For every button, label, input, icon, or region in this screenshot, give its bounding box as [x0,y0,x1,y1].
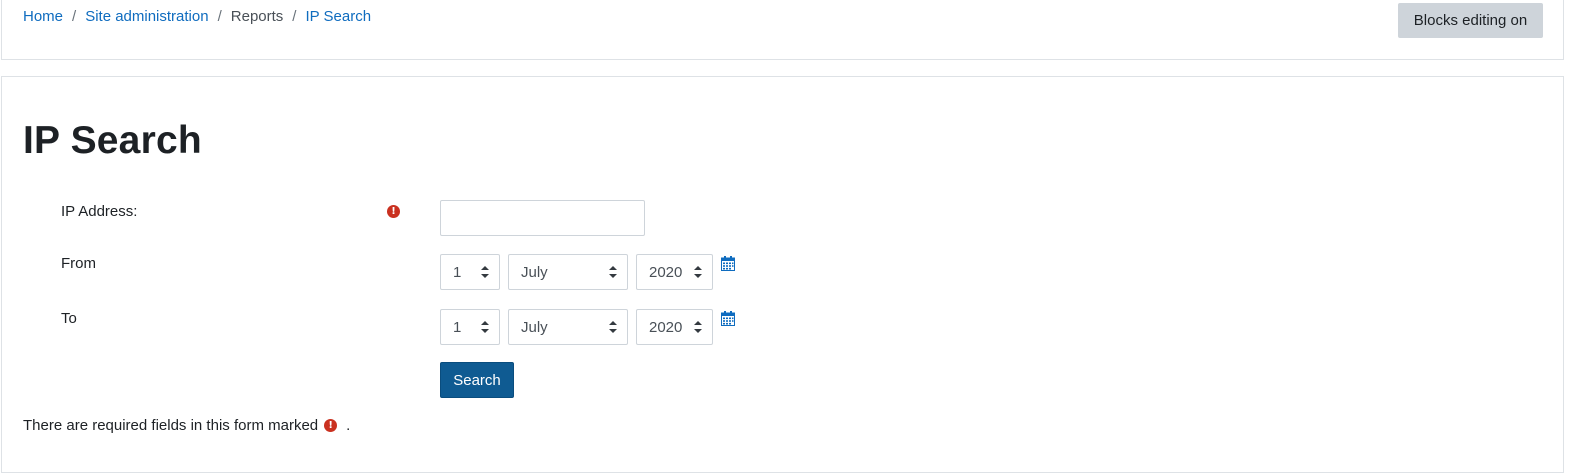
from-year-value: 2020 [649,263,683,281]
to-month-value: July [521,318,548,336]
calendar-icon[interactable] [721,256,735,271]
select-arrows-icon [481,321,489,333]
breadcrumb-separator: / [217,8,222,25]
exclamation-circle-icon: ! [387,205,400,218]
from-day-value: 1 [453,263,462,281]
breadcrumb-site-administration[interactable]: Site administration [85,8,208,25]
page-title: IP Search [23,119,202,162]
to-label: To [61,310,77,327]
required-note-text: There are required fields in this form m… [23,417,319,434]
breadcrumb-reports: Reports [230,8,284,25]
breadcrumb-ip-search[interactable]: IP Search [305,8,371,25]
from-label: From [61,255,96,272]
from-month-select[interactable]: July [508,254,628,290]
breadcrumb: Home / Site administration / Reports / I… [23,8,371,25]
breadcrumb-separator: / [292,8,297,25]
blocks-editing-button[interactable]: Blocks editing on [1398,3,1543,38]
select-arrows-icon [481,266,489,278]
select-arrows-icon [609,266,617,278]
exclamation-circle-icon: ! [324,419,338,432]
breadcrumb-home[interactable]: Home [23,8,63,25]
to-year-select[interactable]: 2020 [636,309,713,345]
calendar-icon[interactable] [721,311,735,326]
ip-address-label: IP Address: [61,203,138,220]
breadcrumb-separator: / [72,8,77,25]
from-month-value: July [521,263,548,281]
from-year-select[interactable]: 2020 [636,254,713,290]
from-day-select[interactable]: 1 [440,254,500,290]
main-content: IP Search IP Address: ! From 1 July 2020… [1,76,1564,473]
to-year-value: 2020 [649,318,683,336]
to-day-value: 1 [453,318,462,336]
search-button[interactable]: Search [440,362,514,398]
to-day-select[interactable]: 1 [440,309,500,345]
header-panel: Home / Site administration / Reports / I… [1,0,1564,60]
required-note-end: . [346,417,351,434]
select-arrows-icon [694,266,702,278]
required-fields-note: There are required fields in this form m… [23,417,350,434]
select-arrows-icon [609,321,617,333]
select-arrows-icon [694,321,702,333]
ip-address-input[interactable] [440,200,645,236]
to-month-select[interactable]: July [508,309,628,345]
